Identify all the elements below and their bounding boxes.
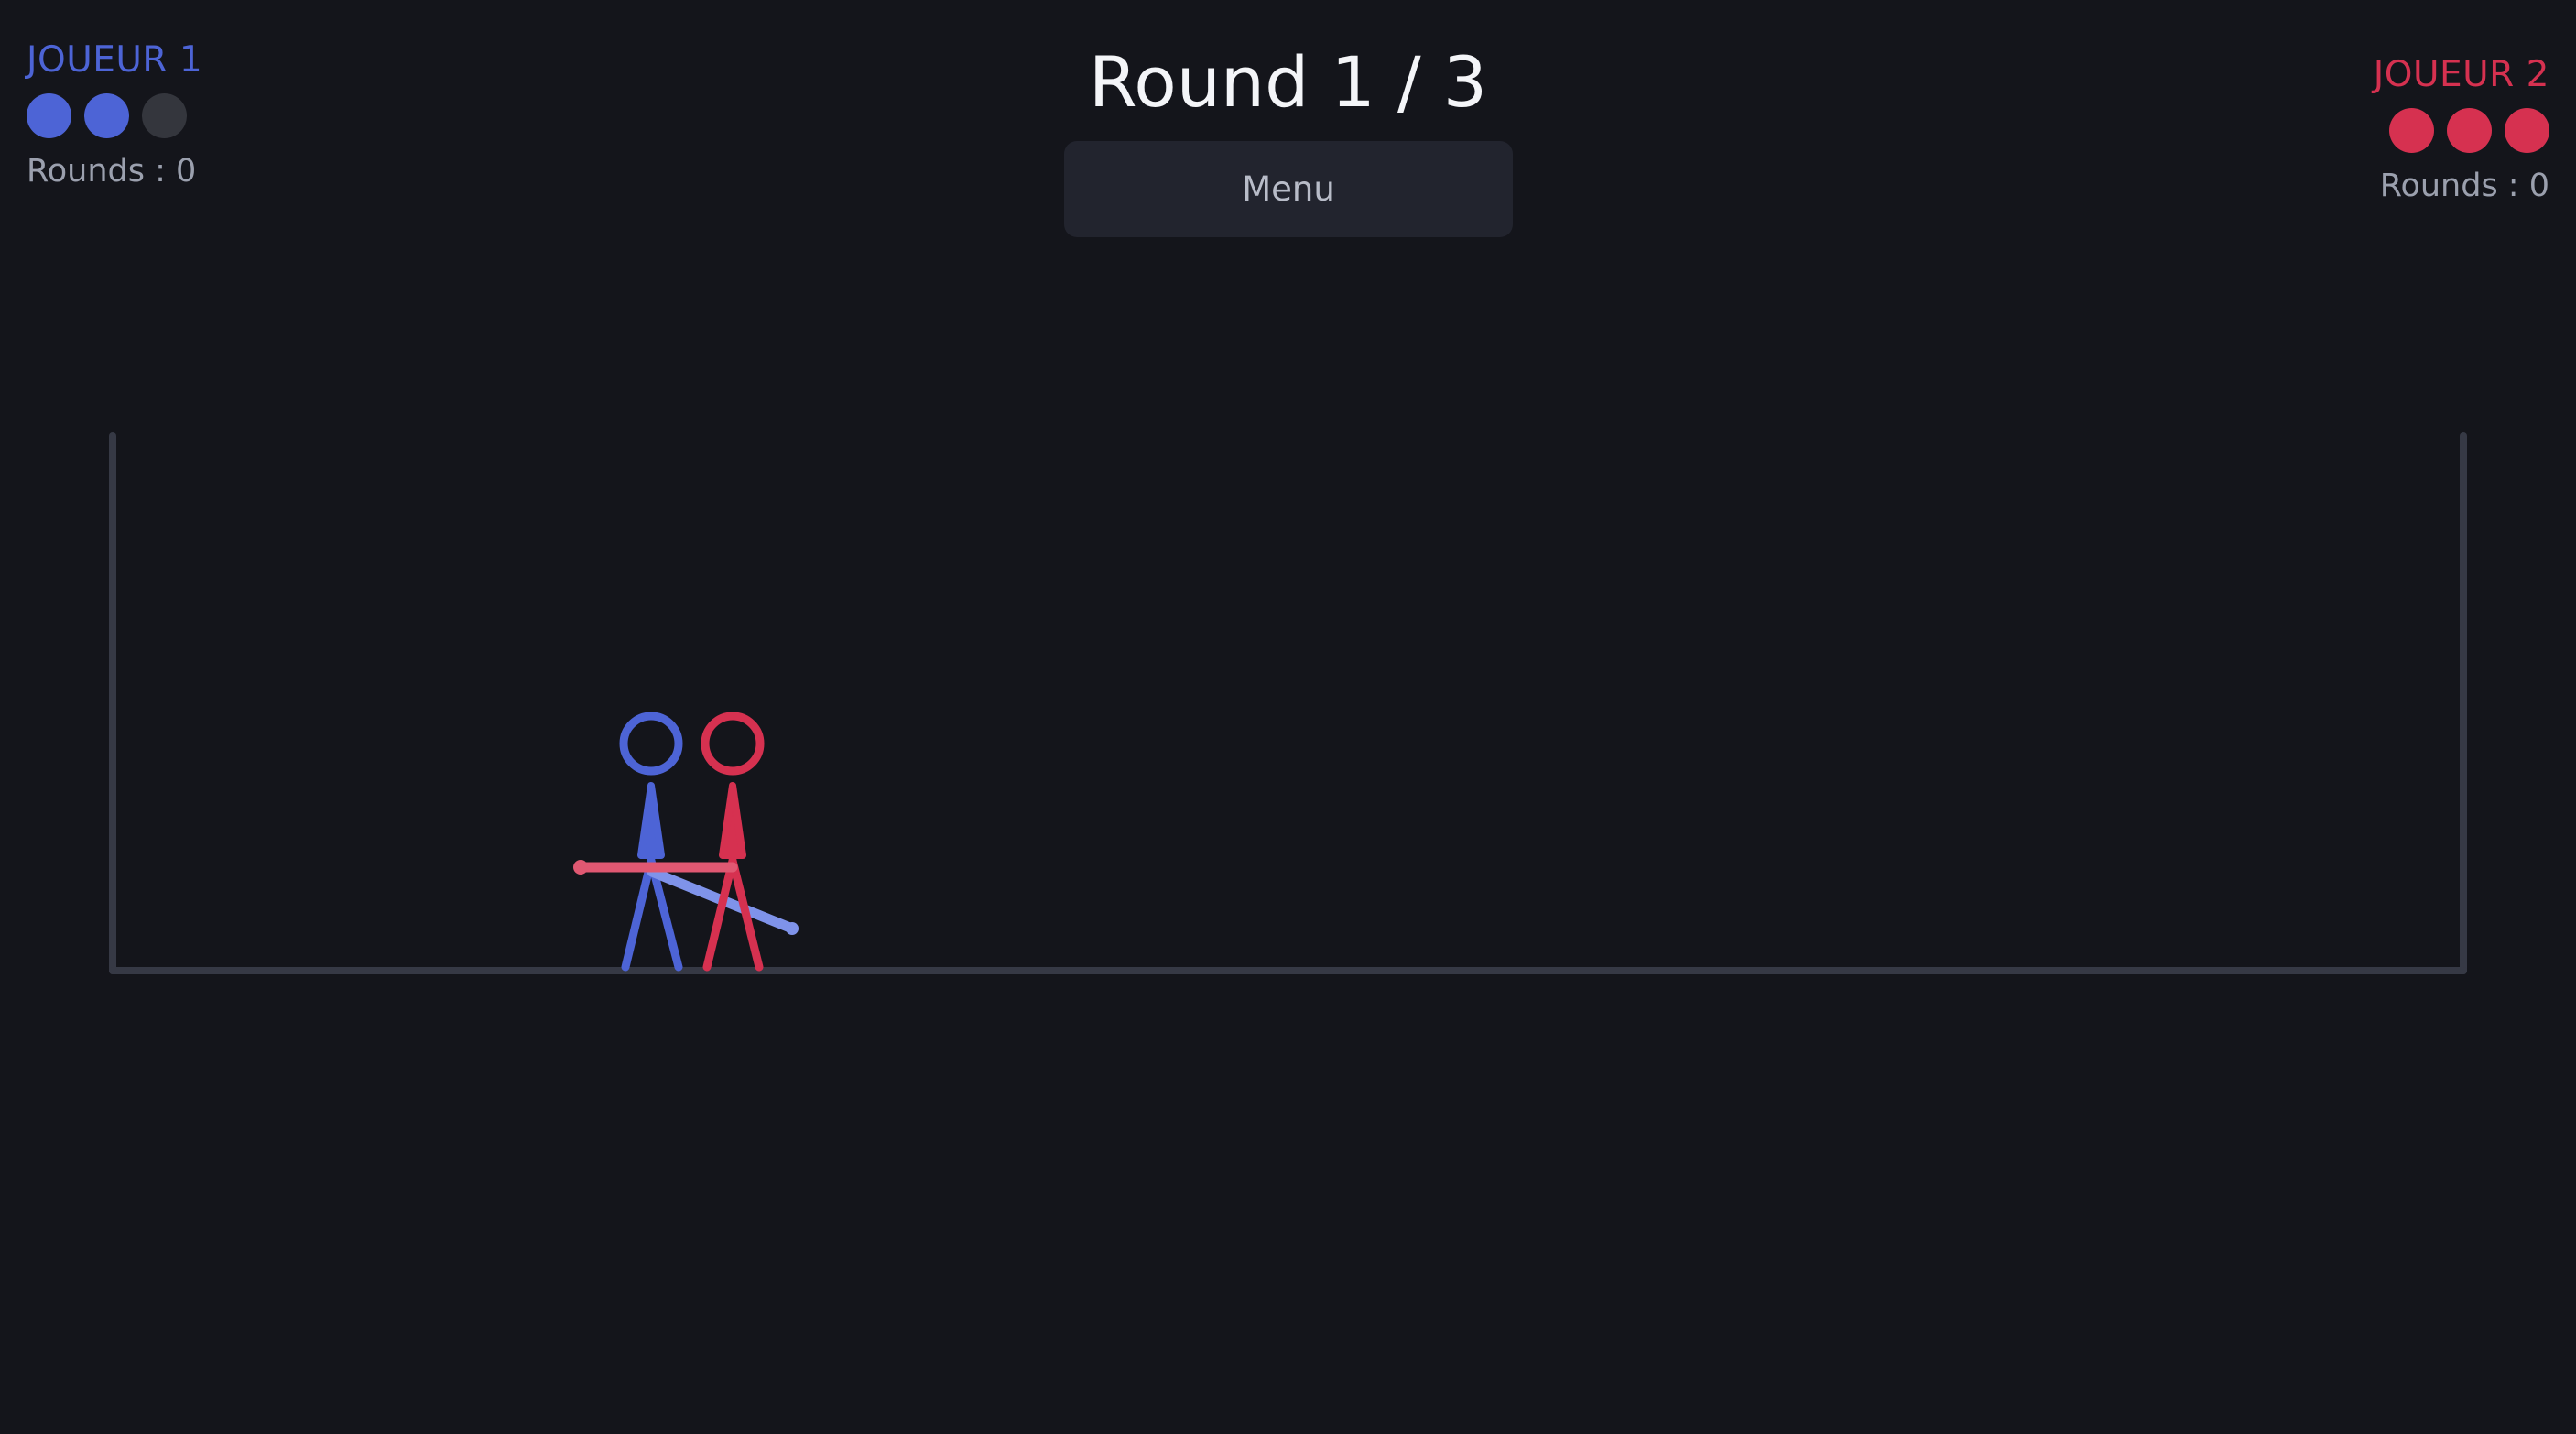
player1-torso: [637, 782, 665, 859]
player1-head: [619, 712, 683, 776]
player2-head: [701, 712, 765, 776]
player2-torso: [719, 782, 746, 859]
player2-leg-left: [702, 856, 737, 972]
player2-sword-tip: [573, 860, 588, 875]
game-screen: JOUEUR 1 Rounds : 0 Round 1 / 3 Menu JOU…: [0, 0, 2576, 1434]
arena: [109, 432, 2467, 974]
player1-leg-left: [621, 856, 656, 972]
player1-sword-tip: [786, 922, 799, 935]
